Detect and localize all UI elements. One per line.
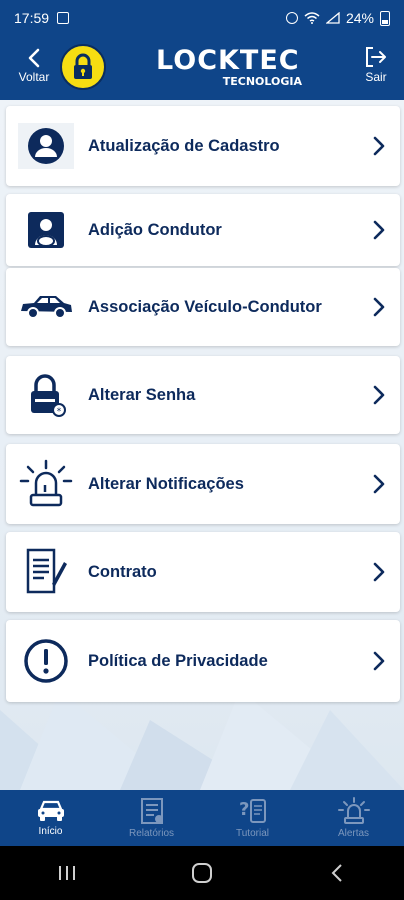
tab-tutorial[interactable]: ? Tutorial bbox=[202, 790, 303, 846]
menu-item-contract[interactable]: Contrato bbox=[6, 532, 400, 612]
chevron-right-icon bbox=[364, 474, 394, 494]
chevron-right-icon bbox=[364, 385, 394, 405]
logout-icon bbox=[366, 47, 386, 67]
back-arrow-icon bbox=[331, 864, 342, 882]
menu-item-vehicle-driver[interactable]: Associação Veículo-Condutor bbox=[6, 268, 400, 346]
bottom-tab-bar: Início Relatórios ? Tutorial Alertas bbox=[0, 790, 404, 846]
tab-inicio[interactable]: Início bbox=[0, 790, 101, 846]
menu-item-label: Política de Privacidade bbox=[88, 651, 268, 670]
battery-percent: 24% bbox=[345, 10, 374, 26]
tutorial-icon: ? bbox=[239, 799, 266, 823]
menu-item-change-password[interactable]: * Alterar Senha bbox=[6, 356, 400, 434]
chevron-right-icon bbox=[364, 136, 394, 156]
menu-item-label: Alterar Senha bbox=[88, 385, 196, 404]
menu-item-label: Adição Condutor bbox=[88, 220, 222, 239]
chevron-right-icon bbox=[364, 651, 394, 671]
home-button[interactable] bbox=[172, 853, 232, 893]
brand-name: LOCKTEC bbox=[156, 45, 300, 76]
menu-item-label: Atualização de Cadastro bbox=[88, 136, 280, 155]
back-button[interactable]: Voltar bbox=[12, 44, 56, 94]
clock: 17:59 bbox=[14, 10, 50, 26]
gallery-notification-icon bbox=[57, 12, 70, 24]
lock-badge-icon bbox=[60, 44, 106, 90]
signal-icon bbox=[325, 12, 340, 24]
car-icon bbox=[18, 284, 74, 330]
brand-subtitle: TECNOLOGIA bbox=[222, 75, 302, 88]
system-navigation-bar bbox=[0, 846, 404, 900]
app-header: Voltar LOCKTEC TECNOLOGIA Sair bbox=[0, 36, 404, 100]
chevron-right-icon bbox=[364, 562, 394, 582]
menu-item-change-notifications[interactable]: Alterar Notificações bbox=[6, 444, 400, 524]
tab-label: Alertas bbox=[337, 828, 370, 839]
menu-item-label: Alterar Notificações bbox=[88, 474, 244, 493]
logout-button[interactable]: Sair bbox=[358, 44, 394, 94]
battery-icon bbox=[380, 10, 390, 26]
driver-icon bbox=[18, 207, 74, 253]
brand-logo: LOCKTEC TECNOLOGIA bbox=[156, 46, 306, 94]
wifi-icon bbox=[304, 12, 320, 24]
recent-apps-icon bbox=[59, 866, 76, 880]
recent-apps-button[interactable] bbox=[37, 853, 97, 893]
status-bar: 17:59 24% bbox=[0, 0, 404, 36]
menu-item-update-registration[interactable]: Atualização de Cadastro bbox=[6, 106, 400, 186]
alarm-icon bbox=[285, 12, 298, 24]
menu-item-label: Contrato bbox=[88, 562, 157, 581]
system-back-button[interactable] bbox=[307, 853, 367, 893]
menu-list: Atualização de Cadastro Adição Condutor bbox=[0, 100, 404, 790]
chevron-right-icon bbox=[364, 220, 394, 240]
background-pattern bbox=[0, 690, 404, 790]
tab-alertas[interactable]: Alertas bbox=[303, 790, 404, 846]
menu-item-label: Associação Veículo-Condutor bbox=[88, 297, 322, 316]
alarm-light-icon bbox=[337, 797, 370, 824]
tab-label: Relatórios bbox=[128, 828, 175, 839]
tab-relatorios[interactable]: Relatórios bbox=[101, 790, 202, 846]
svg-text:*: * bbox=[57, 407, 62, 417]
contract-icon bbox=[18, 548, 74, 595]
chevron-left-icon bbox=[28, 48, 40, 68]
alarm-light-icon bbox=[18, 459, 74, 507]
car-icon bbox=[37, 800, 64, 821]
svg-text:?: ? bbox=[239, 799, 249, 820]
menu-item-privacy-policy[interactable]: Política de Privacidade bbox=[6, 620, 400, 702]
logout-label: Sair bbox=[365, 70, 387, 84]
user-icon bbox=[18, 123, 74, 169]
tab-label: Tutorial bbox=[236, 828, 269, 839]
chevron-right-icon bbox=[364, 297, 394, 317]
padlock-icon: * bbox=[18, 372, 74, 418]
back-label: Voltar bbox=[18, 70, 50, 84]
home-icon bbox=[191, 863, 212, 883]
menu-item-add-driver[interactable]: Adição Condutor bbox=[6, 194, 400, 266]
tab-label: Início bbox=[38, 826, 63, 837]
exclamation-icon bbox=[18, 638, 74, 684]
report-icon bbox=[140, 798, 163, 824]
